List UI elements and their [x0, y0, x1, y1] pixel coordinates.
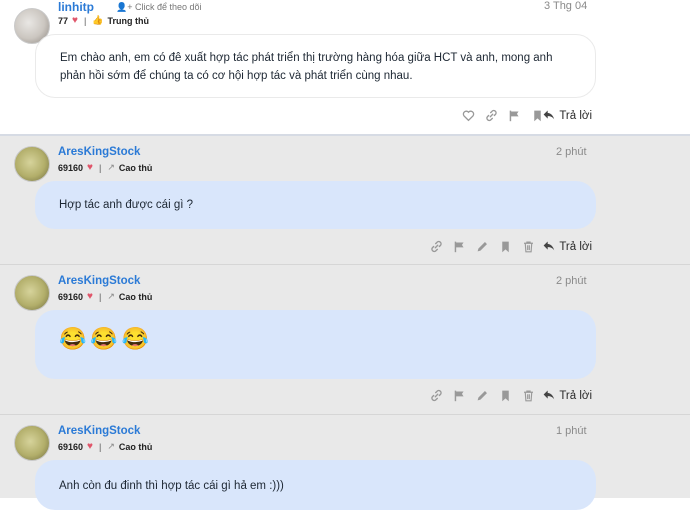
rank-icon: ↗: [107, 291, 115, 301]
points: 69160: [58, 291, 84, 302]
user-meta: 69160 ♥ | ↗ Cao thủ: [58, 162, 152, 173]
heart-icon: ♥: [87, 162, 93, 173]
heart-icon: ♥: [87, 291, 93, 302]
points: 77: [58, 15, 69, 26]
divider: |: [98, 291, 102, 302]
heart-icon: ♥: [87, 441, 93, 452]
bookmark-icon[interactable]: [499, 389, 512, 402]
post-text: Anh còn đu đinh thì hợp tác cái gì hả em…: [59, 480, 284, 492]
link-icon[interactable]: [485, 109, 498, 122]
post-actions: [462, 109, 544, 122]
follow-button[interactable]: 👤+ Click để theo dõi: [116, 2, 202, 13]
divider: |: [83, 15, 87, 26]
bookmark-icon[interactable]: [499, 240, 512, 253]
rank-icon: ↗: [107, 162, 115, 172]
reply-arrow-icon: [542, 388, 555, 404]
user-meta: 69160 ♥ | ↗ Cao thủ: [58, 291, 152, 302]
username[interactable]: AresKingStock: [58, 146, 140, 158]
rank-icon: 👍: [92, 15, 104, 25]
rank-label: Trung thủ: [107, 15, 150, 26]
post-content: 😂😂😂: [35, 310, 596, 379]
avatar[interactable]: [14, 425, 50, 461]
username[interactable]: AresKingStock: [58, 275, 140, 287]
post-actions: [430, 389, 535, 402]
flag-icon[interactable]: [453, 240, 466, 253]
post-text: 😂😂😂: [59, 326, 154, 351]
post-time[interactable]: 1 phút: [556, 425, 587, 437]
post-text: Hợp tác anh được cái gì ?: [59, 199, 194, 211]
post-time[interactable]: 3 Thg 04: [544, 0, 587, 12]
post-content: Em chào anh, em có đê xuất hợp tác phát …: [35, 34, 596, 98]
post-1: linhitp 👤+ Click để theo dõi 77 ♥ | 👍 Tr…: [0, 0, 690, 134]
post-2: AresKingStock 69160 ♥ | ↗ Cao thủ 2 phút…: [0, 134, 690, 264]
rank-icon: ↗: [107, 441, 115, 451]
flag-icon[interactable]: [508, 109, 521, 122]
post-4: AresKingStock 69160 ♥ | ↗ Cao thủ 1 phút…: [0, 414, 690, 510]
trash-icon[interactable]: [522, 240, 535, 253]
heart-icon[interactable]: [462, 109, 475, 122]
points: 69160: [58, 162, 84, 173]
divider: |: [98, 162, 102, 173]
post-text: Em chào anh, em có đê xuất hợp tác phát …: [60, 52, 553, 82]
post-3: AresKingStock 69160 ♥ | ↗ Cao thủ 2 phút…: [0, 264, 690, 414]
reply-arrow-icon: [542, 239, 555, 255]
post-content: Hợp tác anh được cái gì ?: [35, 181, 596, 229]
trash-icon[interactable]: [522, 389, 535, 402]
heart-icon: ♥: [72, 15, 78, 26]
rank-label: Cao thủ: [118, 441, 153, 452]
rank-label: Cao thủ: [118, 291, 153, 302]
post-time[interactable]: 2 phút: [556, 275, 587, 287]
post-time[interactable]: 2 phút: [556, 146, 587, 158]
username[interactable]: linhitp: [58, 0, 94, 14]
pencil-icon[interactable]: [476, 389, 489, 402]
user-meta: 77 ♥ | 👍 Trung thủ: [58, 15, 149, 26]
avatar[interactable]: [14, 275, 50, 311]
user-meta: 69160 ♥ | ↗ Cao thủ: [58, 441, 152, 452]
avatar[interactable]: [14, 146, 50, 182]
post-content: Anh còn đu đinh thì hợp tác cái gì hả em…: [35, 460, 596, 510]
flag-icon[interactable]: [453, 389, 466, 402]
link-icon[interactable]: [430, 240, 443, 253]
reply-arrow-icon: [542, 108, 555, 124]
reply-button[interactable]: Trả lời: [542, 108, 592, 124]
reply-button[interactable]: Trả lời: [542, 239, 592, 255]
link-icon[interactable]: [430, 389, 443, 402]
pencil-icon[interactable]: [476, 240, 489, 253]
username[interactable]: AresKingStock: [58, 425, 140, 437]
post-actions: [430, 240, 535, 253]
reply-button[interactable]: Trả lời: [542, 388, 592, 404]
points: 69160: [58, 441, 84, 452]
rank-label: Cao thủ: [118, 162, 153, 173]
user-plus-icon: 👤+: [116, 2, 133, 12]
divider: |: [98, 441, 102, 452]
